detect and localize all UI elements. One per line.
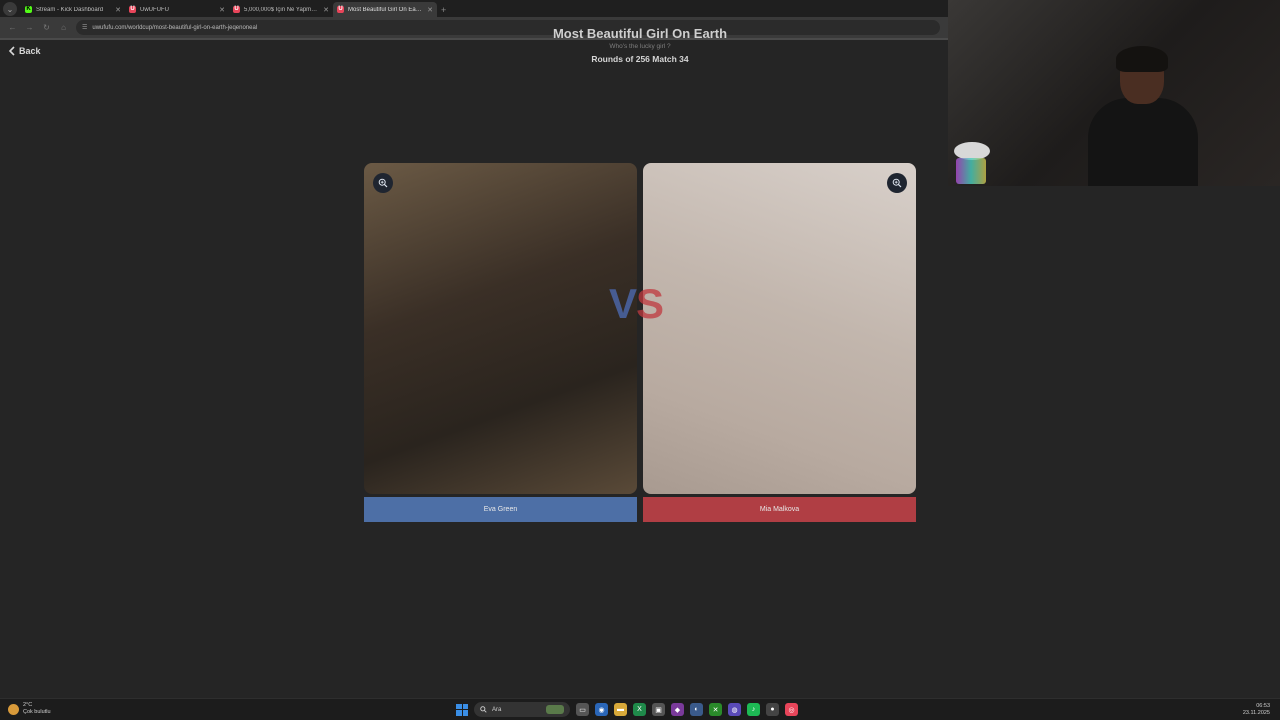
store-icon[interactable]: ▣ (652, 703, 665, 716)
tab-menu-icon[interactable]: ⌄ (3, 2, 17, 16)
xbox-icon[interactable]: ✕ (709, 703, 722, 716)
tab-title: 5,000,000$ İçin Ne Yapmazsın ... (244, 6, 319, 13)
tab-uwufufu[interactable]: U UwUFUFU ✕ (125, 2, 229, 17)
clock-time: 06:53 (1256, 703, 1270, 709)
weather-temp: 2°C (23, 702, 33, 708)
search-highlight-icon (546, 705, 564, 714)
search-icon (480, 706, 487, 713)
vs-s: S (636, 280, 664, 327)
taskbar: 2°C Çok bulutlu Ara ▭ ◉ ▬ X ▣ ◆ ◐ ✕ ◍ ♪ … (0, 698, 1280, 720)
uwufufu-favicon-icon: U (337, 6, 344, 13)
round-info-text: Rounds of 256 Match 34 (591, 54, 689, 64)
windows-start-icon[interactable] (456, 703, 468, 716)
vs-v: V (609, 280, 637, 327)
tab-title: UwUFUFU (140, 6, 169, 13)
right-candidate-name: Mia Malkova (759, 506, 800, 513)
clock[interactable]: 06:53 23.11.2025 (1243, 703, 1270, 717)
browser-icon[interactable]: ◎ (785, 703, 798, 716)
vs-label: VS (609, 280, 664, 328)
select-left-button[interactable]: Eva Green (364, 497, 637, 522)
webcam-keyboard-lights (956, 158, 986, 184)
webcam-person-body (1088, 98, 1198, 186)
steam-icon[interactable]: ◐ (690, 703, 703, 716)
left-candidate-name: Eva Green (483, 506, 518, 513)
weather-desc: Çok bulutlu (23, 709, 51, 715)
search-placeholder: Ara (492, 706, 502, 713)
webcam-person-hair (1116, 46, 1168, 72)
obs-icon[interactable]: ● (766, 703, 779, 716)
uwufufu-favicon-icon: U (129, 6, 136, 13)
close-tab-icon[interactable]: ✕ (115, 6, 121, 14)
browser-tab-bar: ⌄ K Stream - Kick Dashboard ✕ U UwUFUFU … (0, 0, 948, 17)
excel-icon[interactable]: X (633, 703, 646, 716)
candidate-image-left[interactable] (364, 163, 637, 494)
new-tab-icon[interactable]: + (441, 5, 446, 15)
file-explorer-icon[interactable]: ▬ (614, 703, 627, 716)
taskbar-search[interactable]: Ara (474, 702, 570, 717)
task-view-icon[interactable]: ▭ (576, 703, 589, 716)
kick-favicon-icon: K (25, 6, 32, 13)
close-tab-icon[interactable]: ✕ (323, 6, 329, 14)
clock-date: 23.11.2025 (1242, 710, 1270, 716)
spotify-icon[interactable]: ♪ (747, 703, 760, 716)
close-tab-icon[interactable]: ✕ (427, 6, 433, 14)
taskbar-apps: Ara ▭ ◉ ▬ X ▣ ◆ ◐ ✕ ◍ ♪ ● ◎ (456, 702, 798, 717)
select-right-button[interactable]: Mia Malkova (643, 497, 916, 522)
weather-widget[interactable]: 2°C Çok bulutlu (8, 702, 51, 716)
tab-title: Most Beautiful Girl On Earth |... (348, 6, 424, 13)
weather-icon (8, 703, 19, 715)
zoom-in-icon[interactable] (373, 173, 393, 193)
app-icon[interactable]: ◆ (671, 703, 684, 716)
tab-most-beautiful-girl[interactable]: U Most Beautiful Girl On Earth |... ✕ (333, 2, 437, 17)
uwufufu-favicon-icon: U (233, 6, 240, 13)
tab-5-million[interactable]: U 5,000,000$ İçin Ne Yapmazsın ... ✕ (229, 2, 333, 17)
discord-icon[interactable]: ◍ (728, 703, 741, 716)
webcam-overlay (948, 0, 1280, 186)
copilot-icon[interactable]: ◉ (595, 703, 608, 716)
page-subtitle-text: Who's the lucky girl ? (609, 43, 671, 50)
tab-title: Stream - Kick Dashboard (36, 6, 104, 13)
zoom-in-icon[interactable] (887, 173, 907, 193)
page-title-text: Most Beautiful Girl On Earth (552, 26, 728, 41)
tab-kick-dashboard[interactable]: K Stream - Kick Dashboard ✕ (21, 2, 125, 17)
candidate-image-right[interactable] (643, 163, 916, 494)
close-tab-icon[interactable]: ✕ (219, 6, 225, 14)
